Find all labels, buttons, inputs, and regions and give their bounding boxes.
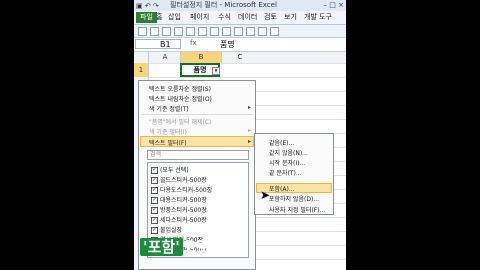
window-title: 필터설정지 필터 - Microsoft Excel xyxy=(170,1,277,9)
paste-icon[interactable] xyxy=(138,27,147,36)
checkbox-icon[interactable]: ✓ xyxy=(151,167,158,174)
name-box[interactable]: B1 xyxy=(135,39,181,49)
window-controls[interactable]: – □ × xyxy=(324,0,344,11)
bold-icon[interactable] xyxy=(174,27,183,36)
fx-icon[interactable]: fx xyxy=(190,39,197,47)
cut-icon[interactable] xyxy=(150,27,159,36)
checkbox-icon[interactable]: ✓ xyxy=(151,217,158,224)
submenu-custom-filter[interactable]: 사용자 지정 필터(F)... xyxy=(269,205,325,214)
copy-icon[interactable] xyxy=(162,27,171,36)
text-filter-submenu: 같음(E)... 같지 않음(N)... 시작 문자(I)... 끝 문자(T)… xyxy=(254,133,334,215)
underline-icon[interactable] xyxy=(198,27,207,36)
filter-search-input[interactable]: 검색 xyxy=(147,150,249,160)
submenu-arrow-icon: ▸ xyxy=(247,138,251,145)
align-icon[interactable] xyxy=(246,27,255,36)
row-header-1[interactable]: 1 xyxy=(134,63,148,77)
list-item[interactable]: ✓ 방풍스티커-500장 xyxy=(151,205,207,214)
border-icon[interactable] xyxy=(210,27,219,36)
list-item[interactable]: ✓ (모두 선택) xyxy=(151,165,189,174)
column-header-c[interactable]: C xyxy=(220,52,260,63)
list-item[interactable]: ✓ 세다스티커-500장 xyxy=(151,215,207,224)
fill-color-icon[interactable] xyxy=(222,27,231,36)
formula-value[interactable]: 품명 xyxy=(220,39,235,50)
close-button[interactable]: × xyxy=(338,1,344,9)
ribbon-tabs: 파일 홈 삽입 페이지 수식 데이터 검토 보기 개발 도구 xyxy=(134,11,346,25)
submenu-arrow-icon: ▸ xyxy=(247,127,251,134)
list-item[interactable]: ✓ 대용스티커-500장 xyxy=(151,195,207,204)
submenu-does-not-contain[interactable]: 포함하지 않음(D)... xyxy=(269,194,319,203)
checkbox-icon[interactable]: ✓ xyxy=(151,197,158,204)
submenu-equals[interactable]: 같음(E)... xyxy=(269,138,294,147)
maximize-button[interactable]: □ xyxy=(329,1,336,9)
checkbox-icon[interactable]: ✓ xyxy=(151,187,158,194)
submenu-arrow-icon: ▸ xyxy=(247,104,251,111)
italic-icon[interactable] xyxy=(186,27,195,36)
filter-dropdown-button[interactable]: ▾ xyxy=(212,67,220,75)
tab-formulas[interactable]: 수식 xyxy=(218,12,231,23)
menu-sort-desc[interactable]: 텍스트 내림차순 정렬(O) xyxy=(149,94,212,103)
submenu-begins-with[interactable]: 시작 문자(I)... xyxy=(269,158,305,167)
submenu-ends-with[interactable]: 끝 문자(T)... xyxy=(269,168,302,177)
tab-view[interactable]: 보기 xyxy=(284,12,297,23)
tab-file[interactable]: 파일 xyxy=(136,12,157,23)
minimize-button[interactable]: – xyxy=(324,1,328,9)
menu-text-filter[interactable]: 텍스트 필터(F) xyxy=(149,138,187,147)
list-item[interactable]: ✓ 골드스티커-500장 xyxy=(151,175,207,184)
font-color-icon[interactable] xyxy=(234,27,243,36)
merge-icon[interactable] xyxy=(258,27,267,36)
tab-insert[interactable]: 삽입 xyxy=(168,12,181,23)
list-item[interactable]: ✓ 불입실장 xyxy=(151,225,182,234)
mouse-cursor-icon: ➤ xyxy=(260,188,271,202)
submenu-not-equal[interactable]: 같지 않음(N)... xyxy=(269,148,308,157)
tab-home[interactable]: 홈 xyxy=(156,12,162,23)
excel-window: ▣ ↶ ↷ 필터설정지 필터 - Microsoft Excel – □ × 파… xyxy=(134,0,346,270)
tab-page-layout[interactable]: 페이지 xyxy=(190,12,209,23)
tab-data[interactable]: 데이터 xyxy=(238,12,257,23)
formula-bar: B1 fx 품명 xyxy=(134,38,346,52)
checkbox-icon[interactable]: ✓ xyxy=(151,207,158,214)
menu-sort-by-color[interactable]: 색 기준 정렬(T) xyxy=(149,104,189,113)
tab-developer[interactable]: 개발 도구 xyxy=(304,12,332,23)
sort-icon[interactable] xyxy=(270,27,279,36)
caption-text: 으로 하고 xyxy=(182,238,244,256)
column-header-b[interactable]: B xyxy=(180,52,222,63)
list-item[interactable]: ✓ 다용도스티커-500장 xyxy=(151,185,212,194)
tab-review[interactable]: 검토 xyxy=(264,12,277,23)
menu-sort-asc[interactable]: 텍스트 오름차순 정렬(S) xyxy=(149,84,211,93)
menu-separator xyxy=(141,114,253,115)
caption-highlight: '포함' xyxy=(140,238,183,256)
toolbar xyxy=(134,25,346,38)
column-header-a[interactable]: A xyxy=(148,52,181,63)
video-caption: '포함' 으로 하고 xyxy=(140,236,243,258)
checkbox-icon[interactable]: ✓ xyxy=(151,227,158,234)
title-bar: ▣ ↶ ↷ 필터설정지 필터 - Microsoft Excel – □ × xyxy=(134,0,346,11)
checkbox-icon[interactable]: ✓ xyxy=(151,177,158,184)
menu-clear-filter: "품명"에서 필터 해제(C) xyxy=(149,119,212,126)
submenu-contains[interactable]: 포함(A)... xyxy=(269,184,295,193)
menu-filter-by-color: 색 기준 필터(I) xyxy=(149,129,187,136)
